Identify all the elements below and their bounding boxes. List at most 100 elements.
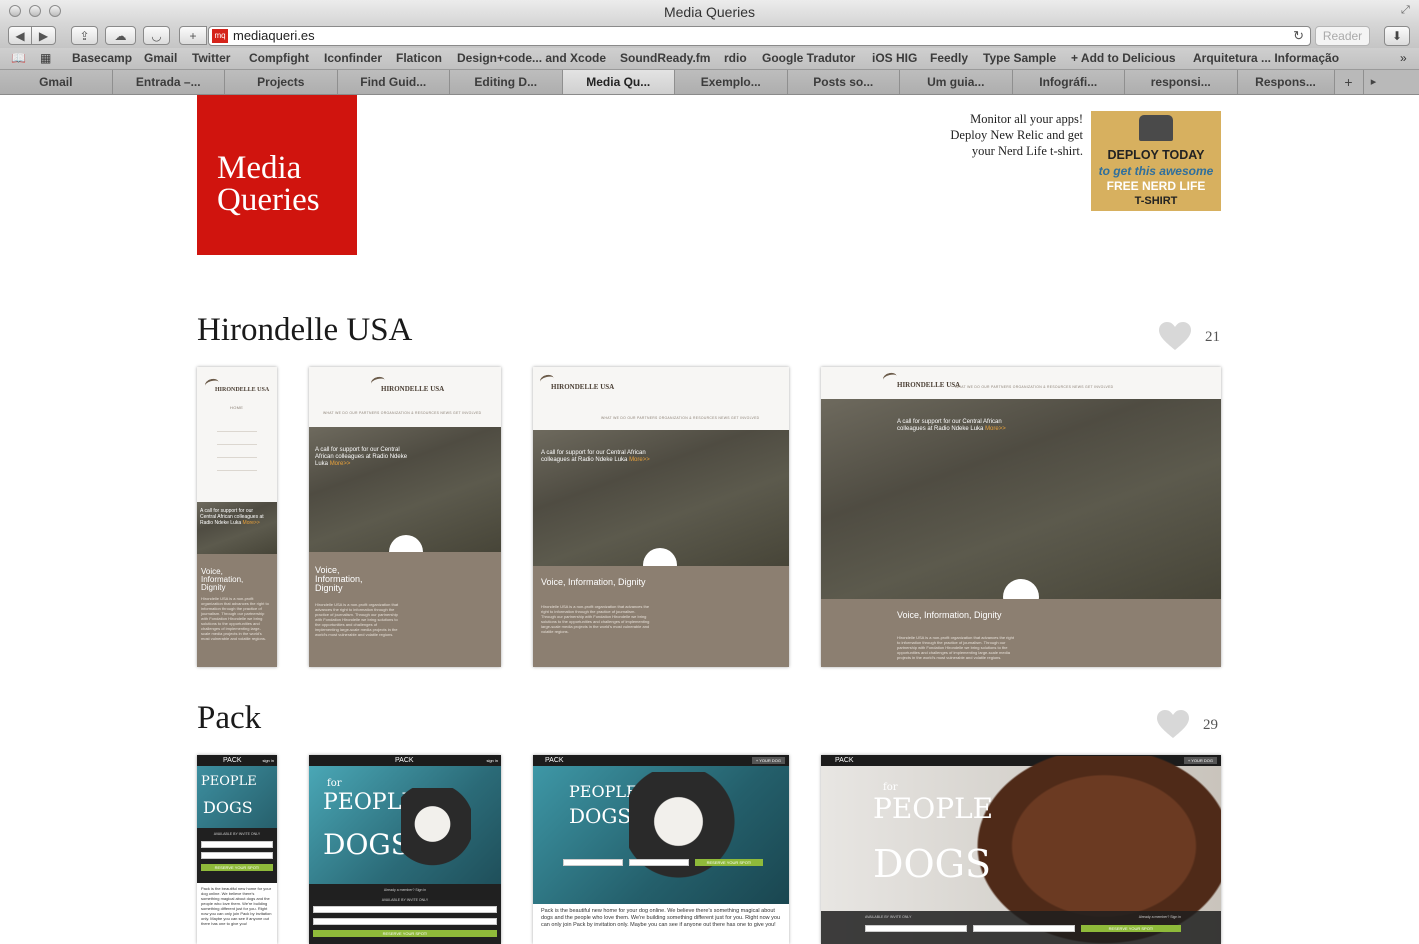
pack-phone-screenshot[interactable]: PACK sign in PEOPLE DOGS AVAILABLE BY IN… xyxy=(197,755,277,944)
cloud-icon: ☁ xyxy=(114,28,127,43)
shot-reserve-button: RESERVE YOUR SPOT! xyxy=(201,864,273,871)
shot-hero-photo: A call for support for our Central Afric… xyxy=(821,399,1221,615)
fullscreen-icon[interactable]: ⤢ xyxy=(1401,4,1413,16)
shot-people: PEOPLE xyxy=(201,774,257,789)
reading-list-button[interactable]: ◡ xyxy=(143,26,170,45)
shot-mission: Voice, Information, Dignity Hirondelle U… xyxy=(821,599,1221,667)
section-title[interactable]: Hirondelle USA xyxy=(197,312,412,349)
reader-button[interactable]: Reader xyxy=(1315,26,1370,46)
heart-icon[interactable] xyxy=(1158,321,1192,351)
bookmark-item[interactable]: iOS HIG xyxy=(872,51,917,65)
shot-brand: PACK xyxy=(395,757,414,764)
tab[interactable]: responsi... xyxy=(1125,70,1238,94)
shot-dogname-field xyxy=(629,859,689,866)
shot-hero-photo: A call for support for our Central Afric… xyxy=(533,430,789,582)
book-icon[interactable]: 📖 xyxy=(11,51,26,65)
tab-bar: Gmail Entrada –... Projects Find Guid...… xyxy=(0,70,1419,95)
shot-your-dog-button: + YOUR DOG xyxy=(751,757,785,764)
hirondelle-tablet-landscape-screenshot[interactable]: HIRONDELLE USA WHAT WE DO OUR PARTNERS O… xyxy=(533,367,789,667)
shot-signup: Already a member? Sign in AVAILABLE BY I… xyxy=(309,884,501,944)
download-icon: ⬇ xyxy=(1391,29,1403,43)
bookmark-item[interactable]: Flaticon xyxy=(396,51,442,65)
bookmarks-bar: 📖 ▦ Basecamp Gmail Twitter Compfight Ico… xyxy=(0,48,1419,70)
tab[interactable]: Exemplo... xyxy=(675,70,788,94)
shot-hero-photo: A call for support for our Central Afric… xyxy=(197,502,277,554)
bookmark-item[interactable]: Arquitetura ... Informação xyxy=(1193,51,1339,65)
tab[interactable]: Entrada –... xyxy=(112,70,225,94)
shot-call-text: A call for support for our Central Afric… xyxy=(541,450,650,463)
shot-nav: WHAT WE DO OUR PARTNERS ORGANIZATION & R… xyxy=(323,411,482,415)
shot-top-bar: PACK sign in xyxy=(197,755,277,766)
hirondelle-tablet-screenshot[interactable]: HIRONDELLE USA WHAT WE DO OUR PARTNERS O… xyxy=(309,367,501,667)
tab[interactable]: Posts so... xyxy=(787,70,900,94)
bookmark-item[interactable]: Basecamp xyxy=(72,51,132,65)
new-tab-plus-icon[interactable]: + xyxy=(1335,70,1364,94)
tab[interactable]: Um guia... xyxy=(900,70,1013,94)
back-button[interactable]: ◀ xyxy=(8,26,32,45)
bookmark-item[interactable]: Design+code... and Xcode xyxy=(457,51,606,65)
plus-icon: + xyxy=(189,28,197,43)
shot-signup: AVAILABLE BY INVITE ONLY RESERVE YOUR SP… xyxy=(197,828,277,883)
downloads-button[interactable]: ⬇ xyxy=(1384,26,1410,46)
hirondelle-phone-screenshot[interactable]: HIRONDELLE USA HOME A call for support f… xyxy=(197,367,277,667)
tab[interactable]: Find Guid... xyxy=(337,70,450,94)
shot-dogs: DOGS xyxy=(203,798,253,817)
shot-nav-home: HOME xyxy=(230,405,244,410)
shot-logo: HIRONDELLE USA xyxy=(381,385,445,393)
grid-icon[interactable]: ▦ xyxy=(40,51,51,65)
like-count: 29 xyxy=(1203,717,1218,733)
shot-hero-photo: PEOPLE DOGS RESERVE YOUR SPOT! xyxy=(533,766,789,904)
shot-brand: PACK xyxy=(223,757,242,764)
ad-banner[interactable]: DEPLOY TODAY to get this awesome FREE NE… xyxy=(1091,111,1221,211)
shot-dogs: DOGS xyxy=(323,828,410,861)
shot-top-bar: PACK sign in xyxy=(309,755,501,766)
tab-overflow-icon[interactable]: ▸ xyxy=(1364,70,1384,94)
forward-button[interactable]: ▶ xyxy=(31,26,56,45)
bookmark-item[interactable]: Gmail xyxy=(144,51,177,65)
pack-tablet-screenshot[interactable]: PACK sign in for PEOPLE DOGS Already a m… xyxy=(309,755,501,944)
shot-dogname-field xyxy=(973,925,1075,932)
share-button[interactable]: ⇪ xyxy=(71,26,98,45)
bookmark-item[interactable]: Feedly xyxy=(930,51,968,65)
tab[interactable]: Infográfi... xyxy=(1012,70,1125,94)
bookmark-item[interactable]: Type Sample xyxy=(983,51,1056,65)
tab-active[interactable]: Media Qu... xyxy=(562,70,675,94)
bookmark-item[interactable]: SoundReady.fm xyxy=(620,51,710,65)
url-text[interactable]: mediaqueri.es xyxy=(233,28,315,43)
shot-para: Hirondelle USA is a non-profit organizat… xyxy=(201,596,269,641)
shot-email-field xyxy=(563,859,623,866)
shot-voice-text: Voice, Information, Dignity xyxy=(315,565,363,593)
tab[interactable]: Respons... xyxy=(1237,70,1335,94)
pack-desktop-screenshot[interactable]: PACK + YOUR DOG for PEOPLE DOGS AVAILABL… xyxy=(821,755,1221,944)
shot-for: for xyxy=(327,778,342,789)
bookmark-item[interactable]: Iconfinder xyxy=(324,51,382,65)
tab[interactable]: Projects xyxy=(225,70,338,94)
shot-invite: AVAILABLE BY INVITE ONLY xyxy=(213,832,261,836)
hirondelle-desktop-screenshot[interactable]: HIRONDELLE USA WHAT WE DO OUR PARTNERS O… xyxy=(821,367,1221,667)
bookmark-item[interactable]: rdio xyxy=(724,51,747,65)
shot-hero-photo: for PEOPLE DOGS xyxy=(309,766,501,884)
site-logo[interactable]: Media Queries xyxy=(197,95,357,255)
address-bar[interactable]: mq mediaqueri.es ↻ xyxy=(208,26,1311,46)
shot-reserve-button: RESERVE YOUR SPOT! xyxy=(695,859,763,866)
bookmark-item[interactable]: Compfight xyxy=(249,51,309,65)
ad-text[interactable]: Monitor all your apps! Deploy New Relic … xyxy=(903,111,1083,159)
shot-logo: HIRONDELLE USA xyxy=(551,383,615,391)
pack-tablet-landscape-screenshot[interactable]: PACK + YOUR DOG PEOPLE DOGS RESERVE YOUR… xyxy=(533,755,789,944)
new-tab-button[interactable]: + xyxy=(179,26,207,45)
shot-desc: Pack is the beautiful new home for your … xyxy=(541,908,781,928)
reload-icon[interactable]: ↻ xyxy=(1293,28,1304,44)
window-title: Media Queries xyxy=(663,4,756,20)
like-count: 21 xyxy=(1205,329,1220,345)
ad-text-line: your Nerd Life t-shirt. xyxy=(971,144,1083,158)
bookmark-item[interactable]: + Add to Delicious xyxy=(1071,51,1176,65)
tab[interactable]: Editing D... xyxy=(450,70,563,94)
bookmark-item[interactable]: Twitter xyxy=(192,51,230,65)
tab[interactable]: Gmail xyxy=(0,70,113,94)
icloud-tabs-button[interactable]: ☁ xyxy=(105,26,136,45)
heart-icon[interactable] xyxy=(1156,709,1190,739)
more-bookmarks-icon[interactable]: » xyxy=(1400,51,1407,65)
section-title[interactable]: Pack xyxy=(197,700,261,737)
bookmark-item[interactable]: Google Tradutor xyxy=(762,51,855,65)
shot-email-field xyxy=(865,925,967,932)
